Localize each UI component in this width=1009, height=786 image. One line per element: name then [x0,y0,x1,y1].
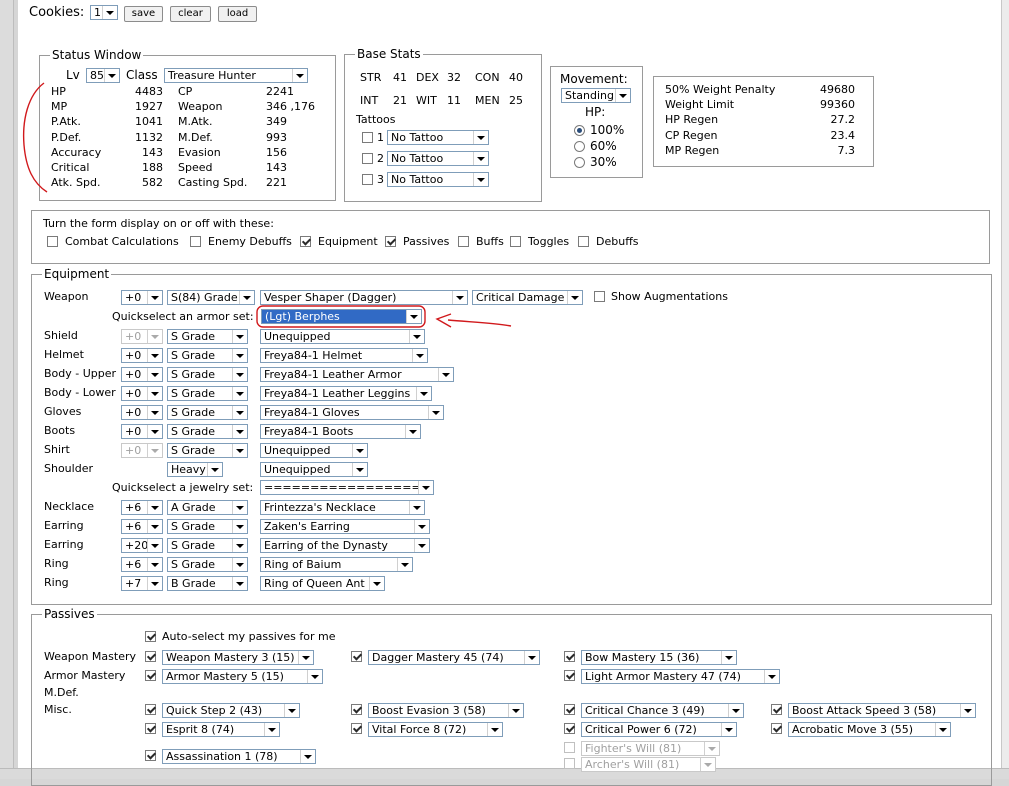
circle-annotation-stroke [256,305,426,328]
arrow-shaft-stroke [447,319,512,327]
bracket-annotation-stroke [22,82,48,193]
red-annotation-marks [22,82,512,328]
page: Cookies: 1 save clear load Status Window… [0,0,1009,786]
